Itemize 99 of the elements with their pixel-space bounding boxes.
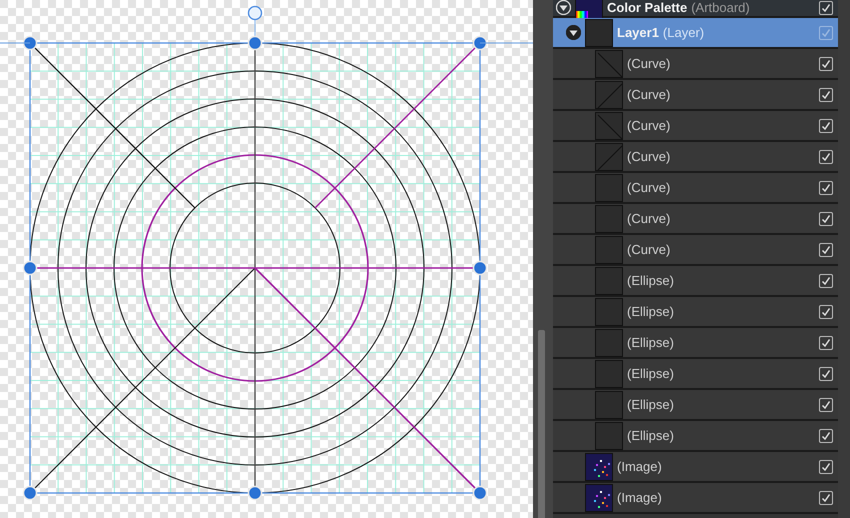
layer-type: (Curve)	[627, 116, 670, 135]
resize-handle[interactable]	[472, 36, 488, 50]
layer-type: (Curve)	[627, 86, 670, 104]
layer-type: (Artboard)	[691, 0, 750, 17]
check-icon	[821, 462, 831, 472]
check-icon	[821, 28, 831, 38]
resize-handle[interactable]	[22, 486, 38, 500]
curve-thumbnail	[595, 142, 623, 170]
layer-type: (Layer)	[662, 24, 704, 42]
layer-thumbnail	[585, 18, 613, 46]
visibility-checkbox[interactable]	[819, 212, 833, 226]
layer-type: (Curve)	[627, 54, 670, 73]
curve-thumbnail	[595, 174, 623, 202]
check-icon	[821, 276, 831, 286]
layer-row[interactable]: (Curve)	[553, 80, 838, 111]
rotation-stem	[254, 20, 256, 38]
check-icon	[821, 338, 831, 348]
layer-type: (Curve)	[627, 210, 670, 228]
resize-handle[interactable]	[472, 260, 488, 276]
layer-row[interactable]: (Image)	[553, 483, 838, 514]
layer-row[interactable]: (Ellipse)	[553, 328, 838, 359]
layer-row[interactable]: Color Palette (Artboard)	[553, 0, 838, 18]
collapse-icon[interactable]	[566, 25, 581, 40]
check-icon	[821, 58, 831, 68]
image-thumbnail	[585, 452, 613, 480]
layer-type: (Curve)	[627, 148, 670, 166]
layer-type: (Ellipse)	[627, 396, 674, 414]
image-thumbnail	[585, 484, 613, 512]
layer-row[interactable]: (Ellipse)	[553, 297, 838, 328]
curve-thumbnail	[595, 204, 623, 232]
visibility-checkbox[interactable]	[819, 26, 833, 40]
check-icon	[821, 152, 831, 162]
resize-handle[interactable]	[248, 486, 262, 500]
ellipse-thumbnail	[595, 390, 623, 418]
check-icon	[821, 2, 831, 12]
visibility-checkbox[interactable]	[819, 336, 833, 350]
layer-row[interactable]: (Ellipse)	[553, 390, 838, 421]
check-icon	[821, 90, 831, 100]
check-icon	[821, 244, 831, 254]
curve-thumbnail	[595, 80, 623, 108]
layer-type: (Image)	[617, 488, 662, 507]
visibility-checkbox[interactable]	[819, 398, 833, 412]
visibility-checkbox[interactable]	[819, 460, 833, 474]
layer-name: Layer1	[617, 24, 659, 42]
layer-type: (Ellipse)	[627, 272, 674, 290]
visibility-checkbox[interactable]	[819, 56, 833, 70]
check-icon	[821, 430, 831, 440]
layer-row[interactable]: (Curve)	[553, 49, 838, 80]
visibility-checkbox[interactable]	[819, 180, 833, 194]
layer-name: Color Palette	[607, 0, 688, 17]
check-icon	[821, 400, 831, 410]
layer-type: (Curve)	[627, 240, 670, 259]
layer-row[interactable]: (Curve)	[553, 111, 838, 142]
curve-thumbnail	[595, 50, 623, 78]
check-icon	[821, 368, 831, 378]
curve-thumbnail	[595, 112, 623, 140]
rotation-handle[interactable]	[248, 6, 262, 20]
layer-row[interactable]: (Ellipse)	[553, 266, 838, 297]
check-icon	[821, 120, 831, 130]
curve-thumbnail	[595, 236, 623, 264]
layer-type: (Ellipse)	[627, 302, 674, 321]
visibility-checkbox[interactable]	[819, 0, 833, 14]
guide-line	[480, 42, 533, 44]
check-icon	[821, 214, 831, 224]
visibility-checkbox[interactable]	[819, 118, 833, 132]
ellipse-thumbnail	[595, 266, 623, 294]
ellipse-thumbnail	[595, 422, 623, 450]
layer-row[interactable]: (Curve)	[553, 142, 838, 173]
resize-handle[interactable]	[248, 36, 262, 50]
visibility-checkbox[interactable]	[819, 274, 833, 288]
check-icon	[821, 492, 831, 502]
check-icon	[821, 306, 831, 316]
layer-type: (Ellipse)	[627, 364, 674, 383]
visibility-checkbox[interactable]	[819, 88, 833, 102]
visibility-checkbox[interactable]	[819, 428, 833, 442]
ellipse-thumbnail	[595, 360, 623, 388]
layer-row[interactable]: (Image)	[553, 452, 838, 483]
layer-row[interactable]: (Ellipse)	[553, 359, 838, 390]
layer-type: (Curve)	[627, 178, 670, 197]
ellipse-thumbnail	[595, 298, 623, 326]
scrollbar[interactable]	[538, 330, 545, 518]
resize-handle[interactable]	[472, 486, 488, 500]
visibility-checkbox[interactable]	[819, 490, 833, 504]
visibility-checkbox[interactable]	[819, 242, 833, 256]
layer-row[interactable]: (Curve)	[553, 204, 838, 235]
check-icon	[821, 182, 831, 192]
resize-handle[interactable]	[22, 260, 38, 276]
layer-row[interactable]: (Curve)	[553, 173, 838, 204]
layer-row[interactable]: (Curve)	[553, 235, 838, 266]
layer-type: (Ellipse)	[627, 426, 674, 445]
ellipse-thumbnail	[595, 328, 623, 356]
layer-type: (Image)	[617, 458, 662, 476]
guide-line	[0, 42, 30, 44]
visibility-checkbox[interactable]	[819, 150, 833, 164]
layer-row[interactable]: (Ellipse)	[553, 421, 838, 452]
visibility-checkbox[interactable]	[819, 366, 833, 380]
layer-type: (Ellipse)	[627, 334, 674, 352]
resize-handle[interactable]	[22, 36, 38, 50]
visibility-checkbox[interactable]	[819, 304, 833, 318]
